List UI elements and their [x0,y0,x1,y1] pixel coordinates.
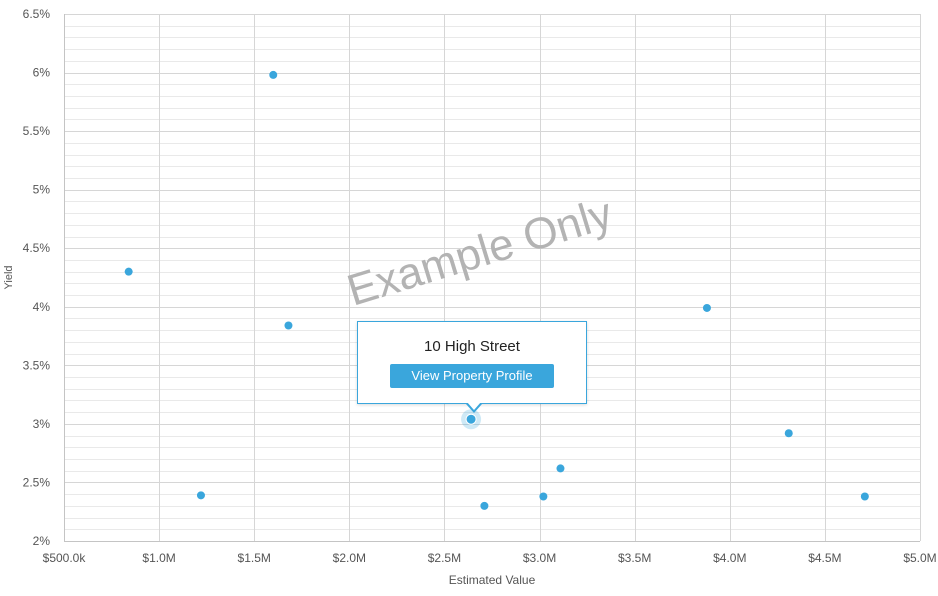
data-point [784,429,793,438]
chart-svg: 2% 2.5% 3% 3.5% 4% 4.5% 5% 5.5% 6% 6.5% $500.0k $1.… [3,7,937,587]
x-tick-label: $1.5M [238,551,271,565]
view-property-profile-button[interactable]: View Property Profile [390,364,554,388]
y-tick-label: 6.5% [23,7,51,21]
x-tick-label: $2.5M [428,551,461,565]
y-tick-label: 4% [33,300,51,314]
x-tick-label: $1.0M [142,551,175,565]
x-tick-label: $3.5M [618,551,651,565]
y-tick-label: 3% [33,417,51,431]
data-point [269,70,278,79]
x-tick-label: $5.0M [903,551,936,565]
y-axis-title: Yield [3,265,15,289]
data-point [556,464,565,473]
x-tick-label: $2.0M [333,551,366,565]
y-tick-label: 2.5% [23,475,51,489]
data-point [702,303,711,312]
x-tick-label: $4.0M [713,551,746,565]
data-point [480,501,489,510]
x-tick-label: $3.0M [523,551,556,565]
x-axis-title: Estimated Value [449,573,536,587]
x-tick-label: $4.5M [808,551,841,565]
data-point [284,321,293,330]
data-point [124,267,133,276]
y-tick-label: 2% [33,534,51,548]
y-tick-label: 4.5% [23,241,51,255]
tooltip-title: 10 High Street [424,338,520,355]
y-tick-label: 5.5% [23,124,51,138]
data-point [196,491,205,500]
data-point [539,492,548,501]
x-tick-label: $500.0k [43,551,87,565]
scatter-chart: 2% 2.5% 3% 3.5% 4% 4.5% 5% 5.5% 6% 6.5% $500.0k $1.… [0,0,938,591]
watermark-text: Example Only [342,189,618,316]
point-tooltip: 10 High Street View Property Profile [357,321,587,413]
data-point-highlighted [465,413,477,425]
data-point [860,492,869,501]
y-tick-label: 6% [33,66,51,80]
y-tick-label: 5% [33,183,51,197]
tooltip-arrow-inner [467,402,481,410]
y-tick-label: 3.5% [23,358,51,372]
